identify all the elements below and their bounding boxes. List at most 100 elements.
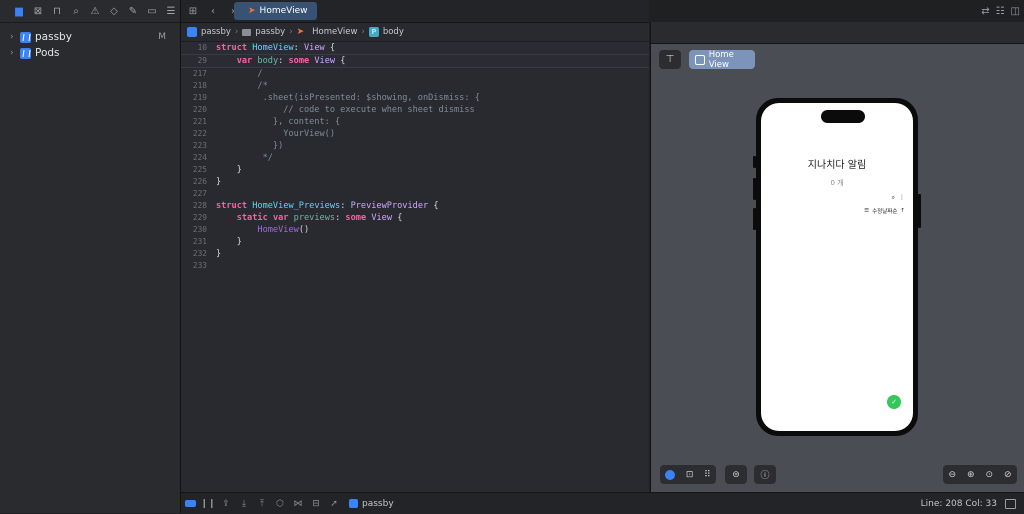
code-text: } (216, 177, 222, 187)
code-text: struct HomeView: View { (216, 43, 336, 53)
add-button[interactable]: ✓ (887, 395, 901, 409)
code-line[interactable]: 224 */ (181, 152, 649, 164)
environment-icon[interactable]: ⊟ (307, 499, 325, 509)
scheme-label: passby (362, 498, 394, 509)
chevron-right-icon: › (289, 27, 293, 37)
step-over-icon[interactable]: ⇪ (217, 499, 235, 509)
pause-icon[interactable]: ❙❙ (199, 499, 217, 509)
file-tree: › passby M › Pods (0, 23, 180, 61)
code-line[interactable]: 227 (181, 188, 649, 200)
project-icon (20, 47, 31, 59)
status-bar: ❙❙ ⇪ ⤓ ⤒ ⬡ ⋈ ⊟ ➚ passby Line: 208 Col: 3… (181, 492, 1024, 514)
code-line[interactable]: 225 } (181, 164, 649, 176)
project-icon (187, 27, 197, 37)
breakpoint-icon[interactable]: ▭ (145, 4, 159, 18)
search-icon[interactable]: ⌕ (69, 4, 83, 18)
sort-icon: ☰ (864, 208, 870, 214)
preview-icon (695, 54, 705, 65)
location-icon[interactable]: ➚ (325, 499, 343, 509)
device-button (753, 178, 756, 200)
grid-icon[interactable]: ⊞ (185, 3, 201, 19)
preview-selector[interactable]: Home View (689, 50, 755, 70)
breadcrumb-item[interactable]: HomeView (312, 27, 357, 37)
code-line[interactable]: 223 }) (181, 140, 649, 152)
code-line[interactable]: 219 .sheet(isPresented: $showing, onDism… (181, 92, 649, 104)
select-icon[interactable]: ⊡ (686, 470, 694, 480)
breadcrumb-item[interactable]: body (383, 27, 404, 37)
code-line[interactable]: 217 / (181, 68, 649, 80)
sort-control[interactable]: ☰ 수정날짜순 ↑ (864, 207, 905, 215)
code-line[interactable]: 29 var body: some View { (181, 55, 649, 68)
report-icon[interactable]: ☰ (164, 4, 178, 18)
folder-icon (242, 28, 252, 36)
variants-icon[interactable]: ⠿ (704, 470, 711, 480)
split-icon[interactable]: ◫ (1011, 6, 1020, 17)
warning-icon[interactable]: ⚠ (88, 4, 102, 18)
line-number: 233 (192, 261, 207, 270)
scheme-selector[interactable]: passby (349, 499, 394, 509)
project-icon (349, 499, 358, 508)
chevron-right-icon[interactable]: › (10, 48, 20, 58)
test-diamond-icon[interactable]: ◇ (107, 4, 121, 18)
more-icon[interactable]: ⋮ (899, 194, 905, 202)
code-line[interactable]: 218 /* (181, 80, 649, 92)
app-count: 0 개 (830, 179, 844, 187)
back-icon[interactable]: ‹ (205, 3, 221, 19)
device-screen: 지나치다 알림 0 개 ⌕ ⋮ ☰ 수정날짜순 ↑ ✓ (761, 103, 913, 431)
step-into-icon[interactable]: ⤓ (235, 499, 253, 509)
code-text: */ (216, 153, 273, 163)
arrow-up-icon: ↑ (900, 208, 905, 214)
preview-mode-group: ⊡ ⠿ (660, 465, 716, 484)
tree-item-pods[interactable]: › Pods (0, 45, 180, 61)
zoom-100-icon[interactable]: ⊘ (1004, 470, 1012, 480)
code-line[interactable]: 10 struct HomeView: View { (181, 42, 649, 55)
folder-icon[interactable]: ▆ (12, 4, 26, 18)
line-number: 221 (192, 117, 207, 126)
code-line[interactable]: 232} (181, 248, 649, 260)
code-text: } (216, 165, 242, 175)
code-line[interactable]: 228 struct HomeView_Previews: PreviewProv… (181, 200, 649, 212)
zoom-out-icon[interactable]: ⊖ (948, 470, 956, 480)
code-line[interactable]: 226} (181, 176, 649, 188)
line-number: 222 (192, 129, 207, 138)
close-square-icon[interactable]: ⊠ (31, 4, 45, 18)
code-text: struct HomeView_Previews: PreviewProvide… (216, 201, 439, 211)
tab-homeview[interactable]: ➤ HomeView (234, 2, 317, 20)
debug-icon[interactable]: ✎ (126, 4, 140, 18)
code-line[interactable]: 231 } (181, 236, 649, 248)
code-text: .sheet(isPresented: $showing, onDismiss:… (216, 93, 480, 103)
line-number: 229 (192, 213, 207, 222)
line-number: 29 (197, 56, 207, 65)
step-out-icon[interactable]: ⤒ (253, 499, 271, 509)
view-hierarchy-icon[interactable]: ⬡ (271, 499, 289, 509)
code-line[interactable]: 220 // code to execute when sheet dismis… (181, 104, 649, 116)
refresh-icon[interactable]: ⇄ (981, 6, 989, 17)
line-number: 218 (192, 81, 207, 90)
live-icon[interactable] (665, 469, 676, 480)
breadcrumb-item[interactable]: passby (255, 27, 285, 37)
tree-item-passby[interactable]: › passby M (0, 29, 180, 45)
zoom-in-icon[interactable]: ⊕ (967, 470, 975, 480)
code-line[interactable]: 229 static var previews: some View { (181, 212, 649, 224)
list-icon[interactable]: ☷ (996, 6, 1005, 17)
code-area[interactable]: 10 struct HomeView: View {29 var body: so… (181, 42, 649, 272)
breadcrumb-item[interactable]: passby (201, 27, 231, 37)
search-icon[interactable]: ⌕ (892, 194, 895, 202)
code-text: }) (216, 141, 284, 151)
code-line[interactable]: 222 YourView() (181, 128, 649, 140)
code-line[interactable]: 221 }, content: { (181, 116, 649, 128)
info-icon[interactable]: ⓘ (754, 465, 776, 484)
hierarchy-icon[interactable]: ⊓ (50, 4, 64, 18)
tree-item-label: passby (35, 31, 72, 43)
code-line[interactable]: 233 (181, 260, 649, 272)
device-button (753, 208, 756, 230)
zoom-fit-icon[interactable]: ⊙ (985, 470, 993, 480)
debug-area-icon[interactable] (181, 500, 199, 507)
device-settings-icon[interactable]: ⊜ (725, 465, 747, 484)
code-line[interactable]: 230 HomeView() (181, 224, 649, 236)
line-number: 224 (192, 153, 207, 162)
panel-toggle-icon[interactable] (1005, 498, 1016, 509)
pin-icon[interactable]: ⊤ (659, 50, 681, 69)
memory-graph-icon[interactable]: ⋈ (289, 499, 307, 509)
chevron-right-icon[interactable]: › (10, 32, 20, 42)
